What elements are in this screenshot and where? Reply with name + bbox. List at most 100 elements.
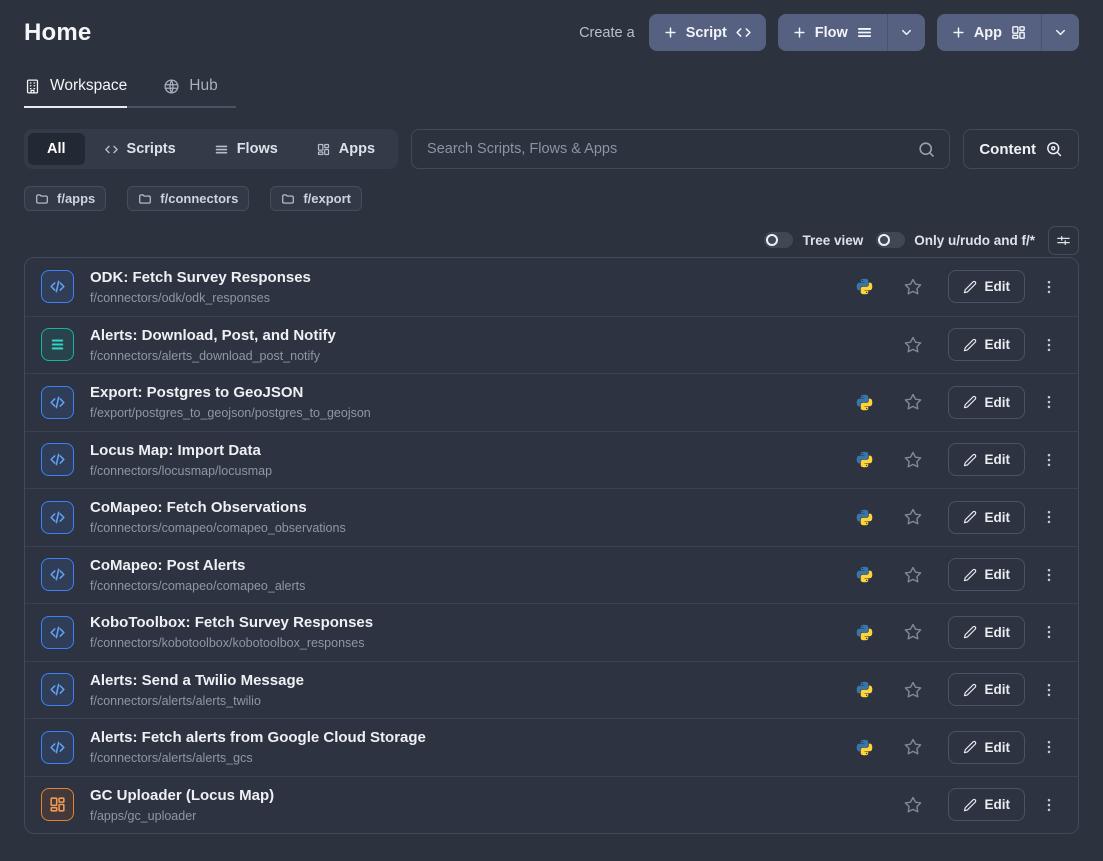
list-item[interactable]: CoMapeo: Fetch Observations f/connectors…: [25, 488, 1078, 546]
edit-button[interactable]: Edit: [948, 673, 1026, 706]
edit-button[interactable]: Edit: [948, 386, 1026, 419]
item-title: CoMapeo: Fetch Observations: [90, 499, 346, 518]
building-icon: [24, 78, 41, 95]
create-flow-caret-button[interactable]: [887, 14, 925, 51]
row-actions: Edit: [856, 673, 1063, 706]
filter-apps-label: Apps: [339, 141, 375, 157]
script-icon: [41, 270, 74, 303]
python-icon: [856, 681, 873, 698]
list-item[interactable]: CoMapeo: Post Alerts f/connectors/comape…: [25, 546, 1078, 604]
search-box: [411, 129, 950, 169]
star-button[interactable]: [903, 392, 923, 412]
list-item[interactable]: Alerts: Send a Twilio Message f/connecto…: [25, 661, 1078, 719]
edit-button[interactable]: Edit: [948, 328, 1026, 361]
list-item[interactable]: Export: Postgres to GeoJSON f/export/pos…: [25, 373, 1078, 431]
star-button[interactable]: [903, 737, 923, 757]
kebab-menu-button[interactable]: [1036, 737, 1062, 757]
list-item[interactable]: KoboToolbox: Fetch Survey Responses f/co…: [25, 603, 1078, 661]
tab-hub-label: Hub: [189, 77, 217, 95]
options-row: Tree view Only u/rudo and f/*: [24, 226, 1079, 254]
folder-chip-export[interactable]: f/export: [270, 186, 362, 211]
create-flow-split: Flow: [778, 14, 925, 51]
tab-workspace[interactable]: Workspace: [24, 77, 127, 108]
list-item[interactable]: GC Uploader (Locus Map) f/apps/gc_upload…: [25, 776, 1078, 834]
star-button[interactable]: [903, 450, 923, 470]
folder-chip-label: f/apps: [57, 191, 95, 206]
edit-button-label: Edit: [985, 567, 1011, 582]
filter-apps[interactable]: Apps: [297, 133, 394, 165]
item-path: f/connectors/kobotoolbox/kobotoolbox_res…: [90, 636, 373, 650]
list-item[interactable]: Alerts: Fetch alerts from Google Cloud S…: [25, 718, 1078, 776]
folder-chip-apps[interactable]: f/apps: [24, 186, 106, 211]
filter-flows-label: Flows: [237, 141, 278, 157]
star-button[interactable]: [903, 335, 923, 355]
content-search-icon: [1045, 140, 1063, 158]
folder-row: f/apps f/connectors f/export: [24, 186, 1079, 211]
item-path: f/apps/gc_uploader: [90, 809, 274, 823]
tab-hub[interactable]: Hub: [163, 77, 217, 108]
filter-settings-button[interactable]: [1048, 226, 1079, 255]
row-actions: Edit: [856, 270, 1063, 303]
tab-bar: Workspace Hub: [24, 77, 236, 108]
kebab-menu-button[interactable]: [1036, 335, 1062, 355]
type-filter-group: All Scripts Flows Apps: [24, 129, 398, 169]
plus-icon: [951, 25, 966, 40]
edit-button[interactable]: Edit: [948, 788, 1026, 821]
kebab-menu-button[interactable]: [1036, 680, 1062, 700]
create-script-button[interactable]: Script: [649, 14, 766, 51]
list-item[interactable]: Alerts: Download, Post, and Notify f/con…: [25, 316, 1078, 374]
edit-button[interactable]: Edit: [948, 558, 1026, 591]
tree-view-label: Tree view: [802, 233, 863, 248]
create-app-caret-button[interactable]: [1041, 14, 1079, 51]
star-button[interactable]: [903, 622, 923, 642]
pencil-icon: [963, 395, 977, 409]
kebab-menu-button[interactable]: [1036, 565, 1062, 585]
row-actions: Edit: [856, 731, 1063, 764]
folder-chip-connectors[interactable]: f/connectors: [127, 186, 249, 211]
kebab-menu-button[interactable]: [1036, 622, 1062, 642]
kebab-menu-button[interactable]: [1036, 277, 1062, 297]
item-text: Alerts: Send a Twilio Message f/connecto…: [90, 672, 304, 708]
item-text: Export: Postgres to GeoJSON f/export/pos…: [90, 384, 371, 420]
pencil-icon: [963, 798, 977, 812]
edit-button-label: Edit: [985, 797, 1011, 812]
kebab-menu-button[interactable]: [1036, 450, 1062, 470]
tree-view-toggle[interactable]: Tree view: [764, 232, 863, 248]
edit-button[interactable]: Edit: [948, 616, 1026, 649]
content-search-button[interactable]: Content: [963, 129, 1079, 169]
star-button[interactable]: [903, 565, 923, 585]
list-item[interactable]: Locus Map: Import Data f/connectors/locu…: [25, 431, 1078, 489]
kebab-menu-button[interactable]: [1036, 507, 1062, 527]
star-button[interactable]: [903, 507, 923, 527]
only-owner-toggle[interactable]: Only u/rudo and f/*: [876, 232, 1035, 248]
kebab-menu-button[interactable]: [1036, 392, 1062, 412]
edit-button[interactable]: Edit: [948, 270, 1026, 303]
create-flow-button[interactable]: Flow: [778, 14, 887, 51]
item-title: Alerts: Download, Post, and Notify: [90, 327, 336, 346]
edit-button-label: Edit: [985, 625, 1011, 640]
search-input[interactable]: [425, 140, 917, 158]
create-group: Create a Script Flow: [579, 14, 1079, 51]
edit-button[interactable]: Edit: [948, 731, 1026, 764]
star-button[interactable]: [903, 680, 923, 700]
plus-icon: [792, 25, 807, 40]
kebab-menu-button[interactable]: [1036, 795, 1062, 815]
edit-button[interactable]: Edit: [948, 443, 1026, 476]
star-button[interactable]: [903, 277, 923, 297]
item-title: GC Uploader (Locus Map): [90, 787, 274, 806]
filter-scripts[interactable]: Scripts: [85, 133, 195, 165]
toggle-track: [876, 232, 905, 248]
item-path: f/connectors/alerts/alerts_gcs: [90, 751, 426, 765]
filter-all[interactable]: All: [28, 133, 85, 165]
star-button[interactable]: [903, 795, 923, 815]
edit-button[interactable]: Edit: [948, 501, 1026, 534]
create-app-split: App: [937, 14, 1079, 51]
python-icon: [856, 566, 873, 583]
chevron-down-icon: [899, 25, 914, 40]
create-label: Create a: [579, 25, 635, 41]
folder-icon: [281, 192, 295, 206]
toggle-track: [764, 232, 793, 248]
filter-flows[interactable]: Flows: [195, 133, 297, 165]
create-app-button[interactable]: App: [937, 14, 1041, 51]
list-item[interactable]: ODK: Fetch Survey Responses f/connectors…: [25, 258, 1078, 316]
